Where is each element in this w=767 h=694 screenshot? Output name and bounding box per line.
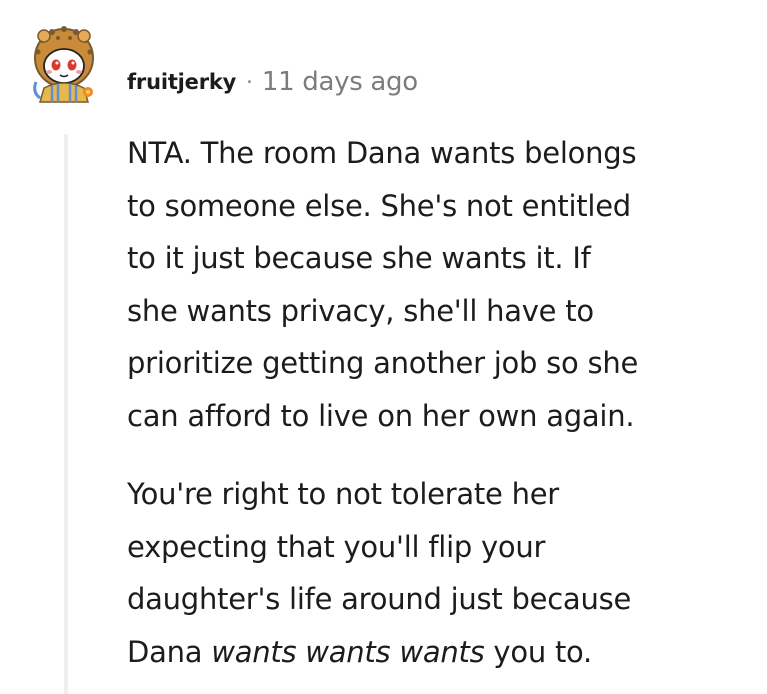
comment-text-line: daughter's life around just because (127, 582, 632, 616)
username-link[interactable]: fruitjerky (127, 70, 236, 94)
comment-text-line: You're right to not tolerate her (127, 477, 559, 511)
comment-body: NTA. The room Dana wants belongs to some… (127, 127, 757, 678)
avatar[interactable] (22, 22, 106, 106)
comment-text-line: NTA. The room Dana wants belongs (127, 136, 637, 170)
comment-emphasis-text: wants wants wants (211, 634, 485, 669)
comment-text-line: expecting that you'll flip your (127, 529, 546, 564)
comment-paragraph: NTA. The room Dana wants belongs to some… (127, 127, 757, 442)
comment-text-line: prioritize getting another job so she (127, 346, 639, 380)
comment-meta: fruitjerky · 11 days ago (127, 62, 418, 102)
meta-separator: · (246, 70, 253, 94)
comment: fruitjerky · 11 days ago NTA. The room D… (0, 0, 767, 694)
comment-text-line: to it just because she wants it. If (127, 241, 591, 275)
comment-text-line: she wants privacy, she'll have to (127, 293, 594, 328)
comment-text-line: Dana wants wants wants you to. (127, 626, 757, 679)
comment-paragraph: You're right to not tolerate her expecti… (127, 468, 757, 678)
comment-text-line: to someone else. She's not entitled (127, 188, 631, 223)
thread-collapse-line[interactable] (64, 134, 68, 694)
comment-text-segment: you to. (484, 634, 593, 669)
comment-timestamp[interactable]: 11 days ago (262, 67, 418, 97)
snoo-avatar-lion-hood-icon (33, 26, 94, 103)
comment-text-line: can afford to live on her own again. (127, 398, 635, 433)
comment-text-segment: Dana (127, 634, 212, 669)
